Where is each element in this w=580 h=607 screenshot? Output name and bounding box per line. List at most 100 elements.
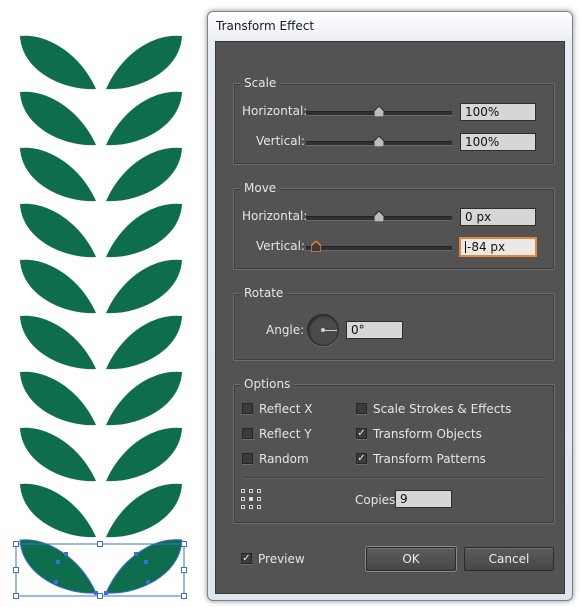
leaf-pair bbox=[20, 483, 182, 538]
leaf-pair bbox=[20, 371, 182, 426]
cancel-button[interactable]: Cancel bbox=[464, 547, 554, 571]
leaf-left bbox=[20, 483, 96, 538]
leaf-right bbox=[106, 259, 182, 314]
preview-label: Preview bbox=[258, 552, 305, 566]
random-checkbox-box[interactable] bbox=[242, 453, 253, 464]
scale-horizontal-label: Horizontal: bbox=[242, 104, 308, 118]
angle-dial-hand bbox=[323, 330, 337, 331]
move-group: Move Horizontal: 0 px Vertical: -84 px bbox=[233, 181, 555, 270]
leaf-right bbox=[106, 203, 182, 258]
random-label: Random bbox=[259, 452, 309, 466]
leaf-right bbox=[106, 315, 182, 370]
leaf-right bbox=[106, 35, 182, 90]
transform-objects-checkbox-box[interactable]: ✓ bbox=[356, 428, 367, 439]
leaf-left bbox=[20, 91, 96, 146]
transform-effect-dialog: Transform Effect Scale Horizontal: 100% … bbox=[207, 11, 573, 601]
resize-handle[interactable] bbox=[13, 567, 19, 573]
resize-handle[interactable] bbox=[97, 541, 103, 547]
transform-patterns-label: Transform Patterns bbox=[373, 452, 486, 466]
leaf-left bbox=[20, 259, 96, 314]
options-separator bbox=[244, 477, 544, 479]
reflect-y-label: Reflect Y bbox=[259, 427, 312, 441]
leaf-right bbox=[106, 147, 182, 202]
preview-checkbox-box[interactable]: ✓ bbox=[241, 553, 252, 564]
move-vertical-slider[interactable] bbox=[306, 241, 452, 253]
angle-dial-hub bbox=[321, 328, 325, 332]
leaf-pair bbox=[20, 203, 182, 258]
anchor-point[interactable] bbox=[94, 591, 98, 595]
scale-horizontal-slider[interactable] bbox=[306, 106, 452, 118]
anchor-point[interactable] bbox=[104, 591, 108, 595]
leaf-pair bbox=[20, 539, 182, 594]
leaf-pair bbox=[20, 147, 182, 202]
angle-dial[interactable] bbox=[307, 314, 339, 346]
scale-vertical-label: Vertical: bbox=[256, 134, 305, 148]
leaf-left bbox=[20, 427, 96, 482]
move-vertical-slider-thumb[interactable] bbox=[311, 241, 321, 252]
anchor-point[interactable] bbox=[134, 552, 138, 556]
move-vertical-field[interactable]: -84 px bbox=[460, 238, 536, 256]
leaf-left bbox=[20, 147, 96, 202]
dialog-title: Transform Effect bbox=[216, 19, 315, 33]
reflect-x-checkbox-box[interactable] bbox=[242, 403, 253, 414]
move-group-title: Move bbox=[240, 181, 281, 195]
resize-handle[interactable] bbox=[181, 567, 187, 573]
reflect-x-label: Reflect X bbox=[259, 402, 313, 416]
move-horizontal-slider-thumb[interactable] bbox=[374, 211, 384, 222]
artboard-canvas[interactable] bbox=[0, 0, 205, 607]
leaf-right bbox=[106, 371, 182, 426]
reference-point-icon[interactable] bbox=[241, 489, 261, 509]
leaf-left bbox=[20, 203, 96, 258]
options-group: Options Reflect X Reflect Y Random Scale… bbox=[233, 377, 555, 524]
leaf-right bbox=[106, 483, 182, 538]
resize-handle[interactable] bbox=[181, 541, 187, 547]
leaf-pair bbox=[20, 35, 182, 90]
scale-strokes-checkbox-box[interactable] bbox=[356, 403, 367, 414]
anchor-point[interactable] bbox=[144, 560, 148, 564]
leaf-pair bbox=[20, 91, 182, 146]
scale-group: Scale Horizontal: 100% Vertical: 100% bbox=[233, 76, 555, 165]
leaf-right bbox=[106, 91, 182, 146]
leaf-left bbox=[20, 539, 96, 594]
leaf-pattern bbox=[20, 35, 182, 594]
rotate-group: Rotate Angle: 0° bbox=[233, 286, 555, 361]
scale-group-title: Scale bbox=[240, 76, 281, 90]
copies-label: Copies bbox=[355, 493, 396, 507]
resize-handle[interactable] bbox=[181, 593, 187, 599]
anchor-point[interactable] bbox=[64, 552, 68, 556]
move-vertical-value: -84 px bbox=[467, 240, 506, 254]
move-horizontal-field[interactable]: 0 px bbox=[460, 208, 536, 226]
leaf-pair bbox=[20, 315, 182, 370]
leaf-right bbox=[106, 539, 182, 594]
ok-button[interactable]: OK bbox=[366, 547, 456, 571]
move-horizontal-slider[interactable] bbox=[306, 211, 452, 223]
resize-handle[interactable] bbox=[13, 593, 19, 599]
reflect-y-checkbox-box[interactable] bbox=[242, 428, 253, 439]
leaf-left bbox=[20, 315, 96, 370]
move-vertical-label: Vertical: bbox=[256, 239, 305, 253]
resize-handle[interactable] bbox=[97, 593, 103, 599]
leaf-right bbox=[106, 427, 182, 482]
transform-patterns-checkbox-box[interactable]: ✓ bbox=[356, 453, 367, 464]
scale-horizontal-slider-thumb[interactable] bbox=[374, 106, 384, 117]
angle-label: Angle: bbox=[266, 323, 305, 337]
scale-vertical-slider-thumb[interactable] bbox=[374, 136, 384, 147]
scale-strokes-label: Scale Strokes & Effects bbox=[373, 402, 512, 416]
leaf-pair bbox=[20, 427, 182, 482]
copies-field[interactable]: 9 bbox=[395, 490, 452, 508]
anchor-point[interactable] bbox=[56, 560, 60, 564]
dialog-body: Scale Horizontal: 100% Vertical: 100% Mo… bbox=[215, 41, 565, 594]
scale-vertical-slider[interactable] bbox=[306, 136, 452, 148]
dialog-titlebar[interactable]: Transform Effect bbox=[208, 12, 572, 40]
scale-vertical-field[interactable]: 100% bbox=[460, 133, 536, 151]
resize-handle[interactable] bbox=[13, 541, 19, 547]
leaf-pair bbox=[20, 259, 182, 314]
scale-horizontal-field[interactable]: 100% bbox=[460, 103, 536, 121]
angle-field[interactable]: 0° bbox=[346, 321, 403, 339]
move-horizontal-label: Horizontal: bbox=[242, 209, 308, 223]
anchor-point[interactable] bbox=[54, 580, 58, 584]
leaf-left bbox=[20, 35, 96, 90]
anchor-point[interactable] bbox=[146, 580, 150, 584]
options-group-title: Options bbox=[240, 377, 295, 391]
text-caret bbox=[465, 241, 466, 253]
